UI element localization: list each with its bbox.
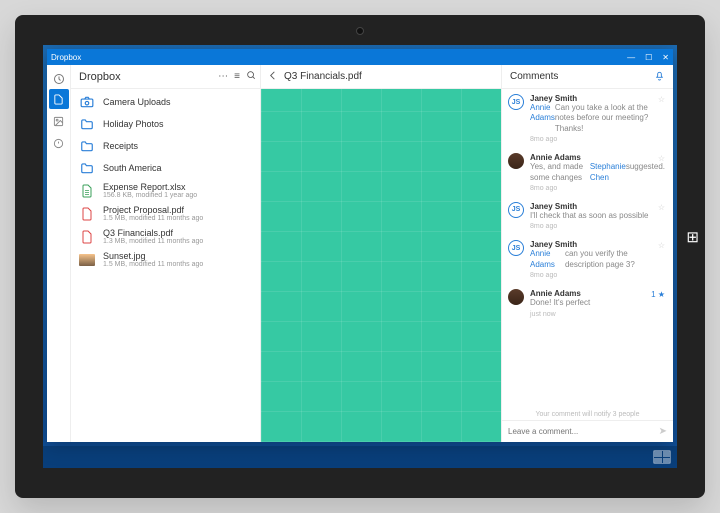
windows-logo-icon: ⊞ xyxy=(686,228,699,246)
avatar xyxy=(508,153,524,169)
comment-time: just now xyxy=(530,311,665,318)
comment-item[interactable]: ☆ JS Janey SmithAnnie Adams Can you take a… xyxy=(502,89,673,148)
comment-body: Annie Adams Can you take a look at the n… xyxy=(530,103,665,134)
comments-title: Comments xyxy=(510,71,654,82)
comment-time: 8mo ago xyxy=(530,272,665,279)
recent-icon[interactable] xyxy=(47,69,70,89)
back-button[interactable] xyxy=(267,70,278,84)
photos-tab[interactable] xyxy=(49,111,69,131)
camera-icon xyxy=(356,27,364,35)
file-name: Project Proposal.pdf xyxy=(103,205,252,215)
close-window-button[interactable]: ✕ xyxy=(662,53,669,62)
comment-author: Janey Smith xyxy=(530,202,665,211)
file-name: Sunset.jpg xyxy=(103,251,252,261)
comment-time: 8mo ago xyxy=(530,185,665,192)
minimize-button[interactable]: — xyxy=(627,53,635,62)
folder-name: Camera Uploads xyxy=(103,97,252,107)
image-thumbnail xyxy=(79,252,95,268)
comment-input[interactable] xyxy=(508,427,659,436)
screen: Dropbox — ☐ ✕ xyxy=(43,45,677,468)
app-window: Dropbox — ☐ ✕ xyxy=(47,49,673,442)
pdf-icon xyxy=(79,206,95,222)
mention[interactable]: Stephanie Chen xyxy=(590,162,626,183)
comment-time: 8mo ago xyxy=(530,223,665,230)
sort-icon[interactable]: ≡ xyxy=(234,71,240,82)
comment-item[interactable]: 1 ★Annie AdamsDone! It's perfect just now xyxy=(502,284,673,322)
more-icon[interactable]: ⋯ xyxy=(218,71,228,82)
mention[interactable]: Annie Adams xyxy=(530,103,555,134)
file-meta: 1.5 MB, modified 11 months ago xyxy=(103,215,252,222)
folder-row[interactable]: Camera Uploads xyxy=(71,91,260,113)
folder-row[interactable]: Receipts xyxy=(71,135,260,157)
taskbar xyxy=(43,446,677,468)
file-row[interactable]: Expense Report.xlsx156.8 KB, modified 1 … xyxy=(71,179,260,202)
file-row[interactable]: Q3 Financials.pdf1.3 MB, modified 11 mon… xyxy=(71,225,260,248)
comment-body: Annie Adams can you verify the descripti… xyxy=(530,249,665,270)
star-icon[interactable]: ☆ xyxy=(658,241,665,250)
folder-icon xyxy=(79,116,95,132)
file-list: Camera Uploads Holiday Photos Receipts xyxy=(71,89,260,442)
mention[interactable]: Annie Adams xyxy=(530,249,565,270)
task-view-button[interactable] xyxy=(653,450,671,464)
avatar: JS xyxy=(508,94,524,110)
comment-author: Annie Adams xyxy=(530,289,665,298)
file-meta: 156.8 KB, modified 1 year ago xyxy=(103,192,252,199)
folder-name: South America xyxy=(103,163,252,173)
left-rail xyxy=(47,65,71,442)
search-icon[interactable] xyxy=(246,70,256,83)
folder-row[interactable]: Holiday Photos xyxy=(71,113,260,135)
comment-time: 8mo ago xyxy=(530,136,665,143)
avatar xyxy=(508,289,524,305)
maximize-button[interactable]: ☐ xyxy=(645,53,652,62)
bell-icon[interactable] xyxy=(654,70,665,84)
window-controls: — ☐ ✕ xyxy=(627,53,669,62)
comment-author: Annie Adams xyxy=(530,153,665,162)
file-pane-title: Dropbox xyxy=(79,71,218,83)
file-meta: 1.3 MB, modified 11 months ago xyxy=(103,238,252,245)
star-icon[interactable]: 1 ★ xyxy=(651,290,665,299)
file-meta: 1.5 MB, modified 11 months ago xyxy=(103,261,252,268)
comment-item[interactable]: ☆Annie AdamsYes, and made some changes S… xyxy=(502,148,673,197)
folder-name: Receipts xyxy=(103,141,252,151)
star-icon[interactable]: ☆ xyxy=(658,95,665,104)
preview-pane: Q3 Financials.pdf ⋯ ✕ QuaTeam xyxy=(261,65,673,442)
comment-item[interactable]: ☆ JS Janey SmithAnnie Adams can you verify… xyxy=(502,235,673,284)
file-list-pane: Dropbox ⋯ ≡ Camera Uploads xyxy=(71,65,261,442)
comment-item[interactable]: ☆ JS Janey SmithI'll check that as soon as… xyxy=(502,197,673,235)
file-name: Expense Report.xlsx xyxy=(103,182,252,192)
camera-folder-icon xyxy=(79,94,95,110)
files-tab[interactable] xyxy=(49,89,69,109)
folder-row[interactable]: South America xyxy=(71,157,260,179)
folder-name: Holiday Photos xyxy=(103,119,252,129)
comment-author: Janey Smith xyxy=(530,94,665,103)
star-icon[interactable]: ☆ xyxy=(658,154,665,163)
folder-icon xyxy=(79,160,95,176)
file-pane-header: Dropbox ⋯ ≡ xyxy=(71,65,260,89)
file-row[interactable]: Project Proposal.pdf1.5 MB, modified 11 … xyxy=(71,202,260,225)
file-name: Q3 Financials.pdf xyxy=(103,228,252,238)
notify-hint: Your comment will notify 3 people xyxy=(502,409,673,420)
folder-icon xyxy=(79,138,95,154)
xlsx-icon xyxy=(79,183,95,199)
comments-header: Comments xyxy=(502,65,673,89)
pdf-icon xyxy=(79,229,95,245)
comment-author: Janey Smith xyxy=(530,240,665,249)
avatar: JS xyxy=(508,202,524,218)
offline-tab[interactable] xyxy=(49,133,69,153)
comment-body: Done! It's perfect xyxy=(530,298,665,308)
tablet-frame: ⊞ Dropbox — ☐ ✕ xyxy=(15,15,705,498)
star-icon[interactable]: ☆ xyxy=(658,203,665,212)
comment-body: I'll check that as soon as possible xyxy=(530,211,665,221)
avatar: JS xyxy=(508,240,524,256)
file-row[interactable]: Sunset.jpg1.5 MB, modified 11 months ago xyxy=(71,248,260,271)
titlebar: Dropbox — ☐ ✕ xyxy=(47,49,673,65)
send-icon[interactable]: ➤ xyxy=(659,426,667,437)
window-title: Dropbox xyxy=(51,53,627,62)
comment-body: Yes, and made some changes Stephanie Che… xyxy=(530,162,665,183)
comments-panel: Comments ☆JSJaney SmithAnnie Adams Can y… xyxy=(501,65,673,442)
comment-input-row: ➤ xyxy=(502,420,673,442)
comments-list[interactable]: ☆JSJaney SmithAnnie Adams Can you take a… xyxy=(502,89,673,409)
